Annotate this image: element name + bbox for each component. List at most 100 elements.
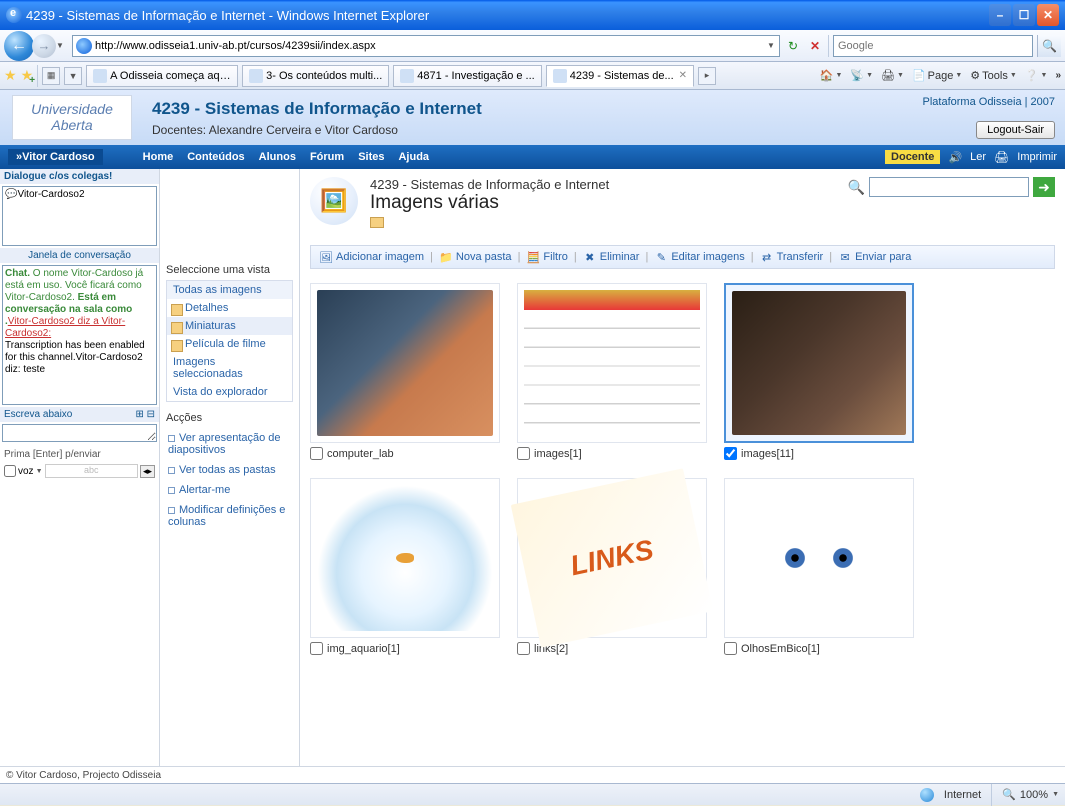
- toolbar-send[interactable]: ✉Enviar para: [838, 250, 911, 264]
- browser-tab[interactable]: A Odisseia começa aqui!: [86, 65, 238, 87]
- thumbnail-label: img_aquario[1]: [327, 643, 400, 655]
- tab-label: A Odisseia começa aqui!: [110, 70, 231, 82]
- toolbar-expand[interactable]: »: [1055, 70, 1061, 81]
- thumbnail-checkbox[interactable]: [310, 642, 323, 655]
- toolbar-new-folder[interactable]: 📁Nova pasta: [439, 250, 512, 264]
- chat-textarea[interactable]: [2, 424, 157, 442]
- thumbnail-checkbox[interactable]: [724, 642, 737, 655]
- nav-imprimir[interactable]: Imprimir: [1017, 151, 1057, 163]
- thumbnail-item[interactable]: img_aquario[1]: [310, 478, 505, 655]
- thumbnail-frame[interactable]: [724, 478, 914, 638]
- thumbnail-frame[interactable]: [517, 283, 707, 443]
- page-menu[interactable]: 📄Page▼: [912, 69, 962, 82]
- tab-close-icon[interactable]: ✕: [679, 70, 687, 81]
- thumbnail-label: OlhosEmBico[1]: [741, 643, 820, 655]
- thumbnail-item[interactable]: OlhosEmBico[1]: [724, 478, 919, 655]
- address-dropdown[interactable]: ▼: [763, 41, 779, 50]
- address-input[interactable]: [95, 40, 763, 52]
- action-alert[interactable]: Alertar-me: [166, 480, 293, 500]
- library-search-input[interactable]: [869, 177, 1029, 197]
- toolbar-edit[interactable]: ✎Editar imagens: [654, 250, 744, 264]
- views-label: Seleccione uma vista: [166, 258, 293, 280]
- thumbnail-item[interactable]: computer_lab: [310, 283, 505, 460]
- view-pelicula[interactable]: Película de filme: [167, 335, 292, 353]
- print-button[interactable]: 🖨▼: [881, 69, 904, 82]
- thumbnail-item[interactable]: images[1]: [517, 283, 712, 460]
- toolbar-filter[interactable]: 🧮Filtro: [526, 250, 567, 264]
- toolbar-transfer[interactable]: ⇄Transferir: [760, 250, 824, 264]
- feeds-button[interactable]: 📡▼: [850, 69, 873, 82]
- forward-button[interactable]: →: [32, 34, 56, 58]
- thumbnail-frame[interactable]: [310, 478, 500, 638]
- speaker-icon[interactable]: 🔊: [948, 151, 962, 164]
- back-button[interactable]: ←: [4, 31, 34, 61]
- thumbnail-frame[interactable]: LINKS: [517, 478, 707, 638]
- view-explorer[interactable]: Vista do explorador: [167, 383, 292, 401]
- help-button[interactable]: ❔▼: [1025, 69, 1048, 82]
- logo[interactable]: UniversidadeAberta: [12, 95, 132, 140]
- add-favorite-icon[interactable]: ★: [21, 67, 34, 84]
- thumbnail-checkbox[interactable]: [517, 642, 530, 655]
- thumbnail-checkbox[interactable]: [310, 447, 323, 460]
- breadcrumb[interactable]: 4239 - Sistemas de Informação e Internet: [370, 177, 609, 192]
- home-button[interactable]: 🏠▼: [820, 69, 843, 82]
- action-slideshow[interactable]: Ver apresentação de diapositivos: [166, 428, 293, 460]
- nav-ajuda[interactable]: Ajuda: [398, 151, 429, 163]
- address-bar[interactable]: ▼: [72, 35, 780, 57]
- view-selected[interactable]: Imagens seleccionadas: [167, 353, 292, 383]
- nav-forum[interactable]: Fórum: [310, 151, 344, 163]
- thumbnail-item[interactable]: images[11]: [724, 283, 919, 460]
- nav-history-dropdown[interactable]: ▼: [56, 41, 68, 50]
- thumbnail-checkbox[interactable]: [724, 447, 737, 460]
- search-input[interactable]: [834, 40, 1032, 52]
- close-button[interactable]: ✕: [1037, 4, 1059, 26]
- tab-label: 3- Os conteúdos multi...: [266, 70, 382, 82]
- browser-tab-active[interactable]: 4239 - Sistemas de...✕: [546, 65, 694, 87]
- nav-sites[interactable]: Sites: [358, 151, 384, 163]
- thumbnail-frame[interactable]: [310, 283, 500, 443]
- tools-menu[interactable]: ⚙Tools▼: [970, 69, 1017, 82]
- favorites-icon[interactable]: ★: [4, 67, 17, 84]
- search-go-button[interactable]: ➜: [1033, 177, 1055, 197]
- toolbar-add-image[interactable]: 🖼Adicionar imagem: [319, 250, 424, 264]
- window-title: 4239 - Sistemas de Informação e Internet…: [26, 8, 989, 23]
- nav-alunos[interactable]: Alunos: [259, 151, 296, 163]
- search-button[interactable]: 🔍: [1037, 35, 1061, 57]
- tab-dropdown-button[interactable]: ▼: [64, 67, 82, 85]
- action-all-folders[interactable]: Ver todas as pastas: [166, 460, 293, 480]
- view-detalhes[interactable]: Detalhes: [167, 299, 292, 317]
- voz-field[interactable]: abc: [45, 464, 138, 478]
- view-all-images[interactable]: Todas as imagens: [167, 281, 292, 299]
- globe-icon: [920, 788, 934, 802]
- views-panel: Seleccione uma vista Todas as imagens De…: [160, 169, 300, 766]
- voz-label: voz: [18, 466, 34, 477]
- browser-tab[interactable]: 3- Os conteúdos multi...: [242, 65, 389, 87]
- thumbnail-checkbox[interactable]: [517, 447, 530, 460]
- action-modify[interactable]: Modificar definições e colunas: [166, 500, 293, 532]
- browser-status-bar: Internet 🔍 100% ▼: [0, 783, 1065, 805]
- zoom-control[interactable]: 🔍 100% ▼: [1002, 788, 1059, 801]
- maximize-button[interactable]: ☐: [1013, 4, 1035, 26]
- thumbnail-image: [317, 485, 493, 631]
- nav-home[interactable]: Home: [143, 151, 174, 163]
- nav-conteudos[interactable]: Conteúdos: [187, 151, 244, 163]
- minimize-button[interactable]: –: [989, 4, 1011, 26]
- tab-favicon: [553, 69, 567, 83]
- thumbnail-item[interactable]: LINKSlinks[2]: [517, 478, 712, 655]
- nav-ler[interactable]: Ler: [970, 151, 986, 163]
- new-tab-button[interactable]: ▸: [698, 67, 716, 85]
- view-miniaturas[interactable]: Miniaturas: [167, 317, 292, 335]
- voz-checkbox[interactable]: [4, 465, 16, 477]
- stop-button[interactable]: ✕: [806, 37, 824, 55]
- printer-icon[interactable]: 🖨: [994, 150, 1009, 164]
- refresh-button[interactable]: ↻: [784, 37, 802, 55]
- actions-label: Acções: [166, 402, 293, 428]
- toolbar-delete[interactable]: ✖Eliminar: [583, 250, 640, 264]
- search-box[interactable]: [833, 35, 1033, 57]
- tab-list-button[interactable]: ▦: [42, 67, 60, 85]
- thumbnail-frame[interactable]: [724, 283, 914, 443]
- current-user[interactable]: »Vitor Cardoso: [8, 149, 103, 165]
- logout-button[interactable]: Logout-Sair: [976, 121, 1055, 139]
- browser-tab[interactable]: 4871 - Investigação e ...: [393, 65, 541, 87]
- voz-button[interactable]: ◂▸: [140, 465, 155, 478]
